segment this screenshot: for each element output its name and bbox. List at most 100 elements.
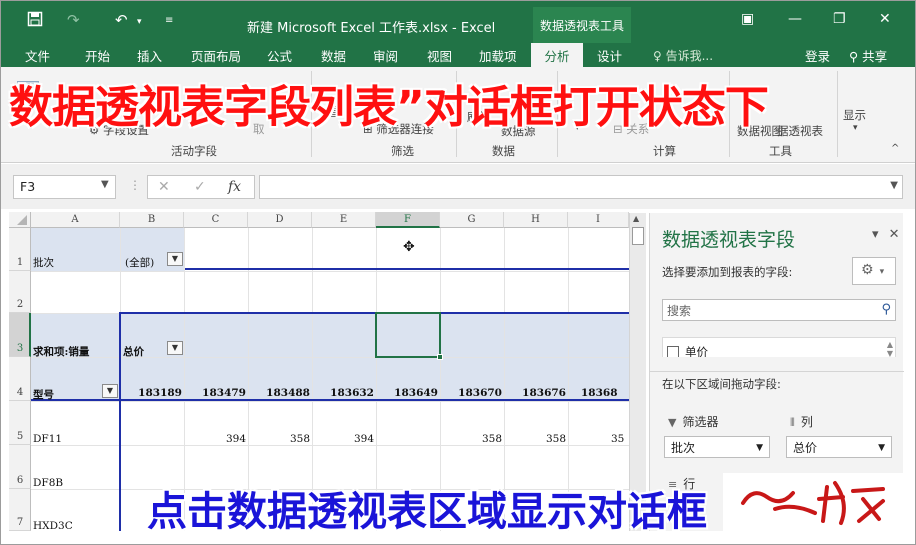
column-field-pill[interactable]: 总价 ▼ — [786, 436, 892, 458]
formula-bar: F3 ▼ ⋮ ✕ ✓ fx ▼ — [1, 164, 915, 209]
cell-a3[interactable]: 求和项:销量 — [33, 344, 89, 359]
tab-insert[interactable]: 插入 — [137, 46, 162, 65]
cell-h4[interactable]: 183676 — [506, 387, 566, 399]
cell-a4[interactable]: 型号 — [33, 387, 54, 402]
column-header-c[interactable]: C — [184, 212, 248, 228]
tab-home[interactable]: 开始 — [85, 46, 110, 65]
column-header-a[interactable]: A — [31, 212, 120, 228]
cell-g4[interactable]: 183670 — [442, 387, 502, 399]
tell-me-search[interactable]: ♀ 告诉我... — [653, 47, 713, 64]
row-header-3[interactable]: 3 — [9, 313, 31, 357]
undo-dropdown-icon[interactable]: ▾ — [137, 17, 142, 27]
tab-analyze[interactable]: 分析 — [531, 43, 583, 67]
field-list-scroll-icon[interactable]: ▲ ▼ — [887, 340, 893, 357]
cell-b3[interactable]: 总价 — [123, 344, 144, 359]
cancel-icon[interactable]: ✕ — [158, 179, 170, 195]
cell-a7[interactable]: HXD3C — [33, 520, 73, 531]
cell-c4[interactable]: 183479 — [186, 387, 246, 399]
tools-group-label: 工具 — [769, 144, 792, 158]
ribbon-display-icon[interactable]: ▣ — [741, 11, 754, 27]
cell-d4[interactable]: 183488 — [250, 387, 310, 399]
recommended-pivot-button[interactable]: 据透视表 — [777, 123, 823, 139]
customize-icon[interactable]: ≡ — [165, 15, 173, 26]
row-header-4[interactable]: 4 — [9, 357, 31, 401]
expand-formula-icon[interactable]: ▼ — [890, 180, 898, 191]
cell-e4[interactable]: 183632 — [314, 387, 374, 399]
overlay-caption-top: 数据透视表字段列表”对话框打开状态下 — [9, 82, 769, 133]
undo-icon[interactable]: ↶ — [115, 11, 128, 29]
row-label-dropdown-icon[interactable]: ▼ — [102, 384, 118, 398]
filter-dropdown-icon[interactable]: ▼ — [167, 252, 183, 266]
gear-icon: ⚙ — [861, 262, 874, 278]
cell-d5[interactable]: 358 — [250, 433, 310, 445]
column-header-g[interactable]: G — [440, 212, 504, 228]
row-header-7[interactable]: 7 — [9, 489, 31, 531]
select-all-corner[interactable] — [9, 212, 31, 228]
cell-a5[interactable]: DF11 — [33, 433, 62, 445]
cell-a6[interactable]: DF8B — [33, 477, 63, 489]
name-box-dropdown-icon[interactable]: ▼ — [101, 179, 109, 190]
field-item-label[interactable]: 单价 — [685, 344, 708, 357]
insert-function-icon[interactable]: fx — [228, 179, 241, 195]
field-checkbox[interactable] — [667, 346, 679, 357]
filter-field-pill[interactable]: 批次 ▼ — [664, 436, 770, 458]
fill-handle[interactable] — [437, 354, 443, 360]
field-list[interactable]: 单价 ▲ ▼ — [662, 337, 896, 357]
cell-e5[interactable]: 394 — [314, 433, 374, 445]
cell-b4[interactable]: 183189 — [122, 387, 182, 399]
row-header-6[interactable]: 6 — [9, 445, 31, 489]
cell-h5[interactable]: 358 — [506, 433, 566, 445]
column-header-b[interactable]: B — [120, 212, 184, 228]
column-header-e[interactable]: E — [312, 212, 376, 228]
restore-icon[interactable]: ❐ — [833, 11, 846, 27]
chevron-down-icon: ▾ — [879, 267, 885, 277]
save-icon[interactable] — [27, 11, 43, 31]
column-header-d[interactable]: D — [248, 212, 312, 228]
show-dropdown-icon[interactable]: ▾ — [853, 123, 858, 133]
tab-file[interactable]: 文件 — [25, 46, 50, 65]
collapse-ribbon-icon[interactable]: ^ — [891, 143, 899, 154]
group-separator — [837, 71, 838, 157]
lightbulb-icon: ♀ — [653, 49, 666, 63]
active-cell-f3[interactable] — [375, 312, 441, 358]
cell-f4[interactable]: 183649 — [378, 387, 438, 399]
minimize-icon[interactable]: — — [788, 11, 802, 27]
formula-input[interactable]: ▼ — [259, 175, 903, 199]
show-button[interactable]: 显示 — [843, 107, 866, 123]
row-header-2[interactable]: 2 — [9, 271, 31, 313]
cell-i4[interactable]: 18368 — [581, 387, 618, 399]
cell-g5[interactable]: 358 — [442, 433, 502, 445]
pane-menu-icon[interactable]: ▾ — [872, 227, 879, 242]
row-header-1[interactable]: 1 — [9, 228, 31, 271]
column-label-dropdown-icon[interactable]: ▼ — [167, 341, 183, 355]
tab-page-layout[interactable]: 页面布局 — [191, 46, 241, 65]
tab-addins[interactable]: 加载项 — [479, 46, 517, 65]
cell-a1[interactable]: 批次 — [33, 255, 54, 270]
scroll-up-icon[interactable]: ▲ — [633, 214, 639, 223]
layout-settings-button[interactable]: ⚙ ▾ — [852, 257, 896, 285]
cell-b1[interactable]: (全部) — [125, 255, 154, 270]
cell-i5[interactable]: 35 — [611, 433, 624, 445]
column-header-i[interactable]: I — [568, 212, 629, 228]
person-icon: ⚲ — [849, 49, 863, 64]
columns-area-title: ⦀ 列 — [790, 415, 813, 429]
title-bar: ↷ ↶ ▾ ≡ 新建 Microsoft Excel 工作表.xlsx - Ex… — [1, 1, 915, 43]
cell-c5[interactable]: 394 — [186, 433, 246, 445]
login-link[interactable]: 登录 — [805, 46, 830, 65]
tab-review[interactable]: 审阅 — [373, 46, 398, 65]
scroll-thumb[interactable] — [632, 227, 644, 245]
share-label: 共享 — [862, 49, 888, 64]
tab-view[interactable]: 视图 — [427, 46, 452, 65]
row-header-5[interactable]: 5 — [9, 401, 31, 445]
tab-design[interactable]: 设计 — [597, 46, 622, 65]
close-pane-icon[interactable]: ✕ — [889, 227, 900, 242]
close-icon[interactable]: ✕ — [879, 11, 891, 27]
enter-icon[interactable]: ✓ — [194, 179, 206, 195]
column-header-f[interactable]: F — [376, 212, 440, 228]
tab-data[interactable]: 数据 — [321, 46, 346, 65]
tab-formulas[interactable]: 公式 — [267, 46, 292, 65]
filters-area-title: ▼ 筛选器 — [668, 415, 719, 429]
field-search-input[interactable]: 搜索 ⚲ — [662, 299, 896, 321]
share-button[interactable]: ⚲ 共享 — [849, 46, 887, 65]
column-header-h[interactable]: H — [504, 212, 568, 228]
